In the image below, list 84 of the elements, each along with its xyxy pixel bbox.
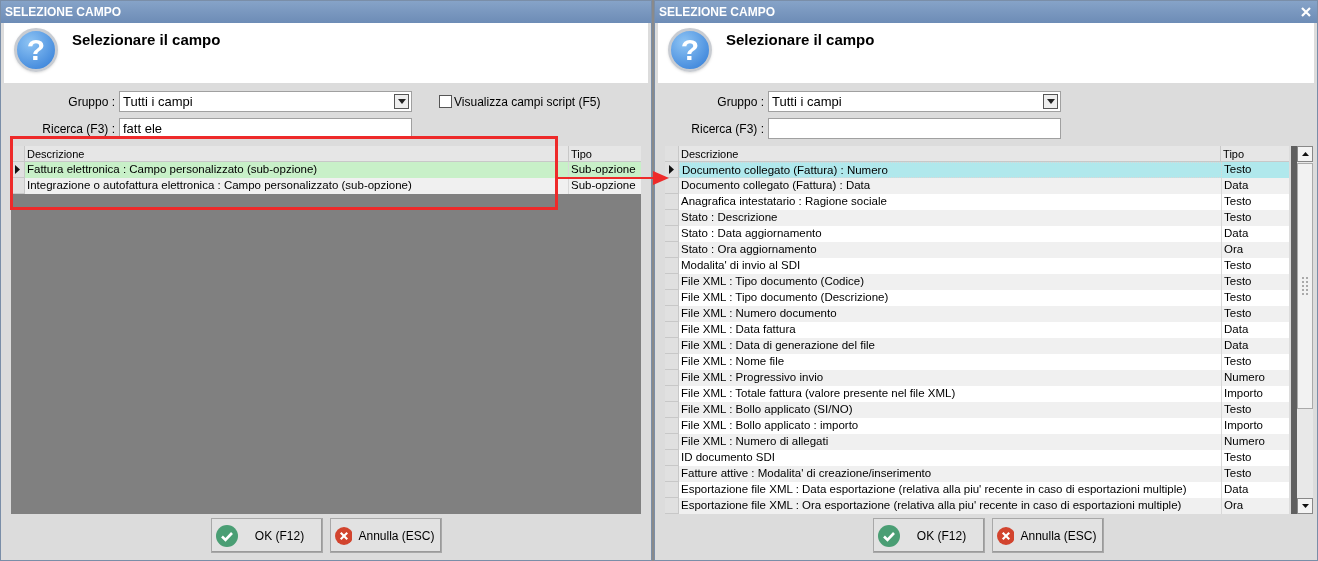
close-button[interactable] xyxy=(1299,5,1313,19)
arrow-up-icon xyxy=(1301,152,1309,156)
table-cell-text: Data xyxy=(1223,482,1250,497)
dropdown-button[interactable] xyxy=(394,94,409,109)
help-icon: ? xyxy=(14,28,58,72)
table-cell-text: Testo xyxy=(1223,402,1253,417)
table-cell-text: Sub-opzione xyxy=(570,162,637,177)
table-row[interactable]: Integrazione o autofattura elettronica : Campo personalizzato (sub-opzione) Sub-opzione xyxy=(11,178,641,194)
ok-button[interactable]: OK (F12) xyxy=(872,518,985,553)
dialog-heading: Selezionare il campo xyxy=(72,30,221,50)
table-cell-text: Data xyxy=(1223,338,1250,353)
table-cell-text: Data xyxy=(1223,226,1250,241)
arrow-down-icon xyxy=(1301,504,1309,508)
table-cell-text: Testo xyxy=(1223,162,1253,177)
dropdown-value: Tutti i campi xyxy=(123,92,193,111)
table-row[interactable]: Stato : Descrizione Testo xyxy=(665,210,1289,226)
table-cell-text: Testo xyxy=(1223,274,1253,289)
table-cell-text: Numero xyxy=(1223,370,1266,385)
search-field[interactable] xyxy=(768,118,1061,139)
checkbox[interactable] xyxy=(439,95,452,108)
table-row[interactable]: Fatture attive : Modalita' di creazione/inserimento Testo xyxy=(665,466,1289,482)
table-cell-text: Importo xyxy=(1223,386,1264,401)
table-row[interactable]: File XML : Numero documento Testo xyxy=(665,306,1289,322)
grip-icon xyxy=(1302,277,1308,295)
table-row[interactable]: Fattura elettronica : Campo personalizzato (sub-opzione) Sub-opzione xyxy=(11,162,641,178)
table-cell-text: Testo xyxy=(1223,290,1253,305)
table-cell-text: Data xyxy=(1223,178,1250,193)
table-row[interactable]: File XML : Bollo applicato (SI/NO) Testo xyxy=(665,402,1289,418)
table-row[interactable]: File XML : Progressivo invio Numero xyxy=(665,370,1289,386)
table-cell-text: Ora xyxy=(1223,242,1245,257)
dropdown-button[interactable] xyxy=(1043,94,1058,109)
column-header[interactable]: Tipo xyxy=(569,146,637,161)
scroll-thumb[interactable] xyxy=(1297,163,1313,409)
table-cell-text: Numero xyxy=(1223,434,1266,449)
table-cell-text: Importo xyxy=(1223,418,1264,433)
table-cell-text: Data xyxy=(1223,322,1250,337)
table-cell: Integrazione o autofattura elettronica : Campo personalizzato (sub-opzione) xyxy=(25,178,569,194)
ok-button[interactable]: OK (F12) xyxy=(210,518,323,553)
table-cell-text: Testo xyxy=(1223,306,1253,321)
table-cell-text: Testo xyxy=(1223,450,1253,465)
table-row[interactable]: Documento collegato (Fattura) : Data Data xyxy=(665,178,1289,194)
table-cell-text: Testo xyxy=(1223,194,1253,209)
table-row[interactable]: File XML : Data di generazione del file Data xyxy=(665,338,1289,354)
dropdown-value: Tutti i campi xyxy=(772,92,842,111)
window-title: SELEZIONE CAMPO xyxy=(5,6,121,18)
column-header[interactable]: Descrizione xyxy=(25,146,569,161)
field-label: Ricerca (F3) : xyxy=(41,120,116,138)
scroll-up-button[interactable] xyxy=(1297,146,1313,162)
group-dropdown[interactable]: Tutti i campi xyxy=(768,91,1061,112)
scroll-down-button[interactable] xyxy=(1297,498,1313,514)
caret-icon xyxy=(1046,99,1055,104)
table-cell-text: Sub-opzione xyxy=(570,178,637,193)
table-cell-text: Testo xyxy=(1223,354,1253,369)
column-header[interactable]: Tipo xyxy=(1221,146,1289,161)
table-row[interactable]: File XML : Numero di allegati Numero xyxy=(665,434,1289,450)
table-cell-text: Testo xyxy=(1223,258,1253,273)
row-pointer-icon xyxy=(669,165,674,174)
cancel-button[interactable]: Annulla (ESC) xyxy=(329,518,442,553)
field-label: Gruppo : xyxy=(67,93,116,111)
caret-icon xyxy=(397,99,406,104)
table-row[interactable]: Stato : Ora aggiornamento Ora xyxy=(665,242,1289,258)
cross-icon xyxy=(334,524,353,547)
close-icon xyxy=(1301,7,1311,17)
column-header[interactable]: Descrizione xyxy=(679,146,1222,161)
table-cell: Esportazione file XML : Ora esportazione (relativa alla piu' recente in caso di esportazioni multiple) xyxy=(679,498,1222,514)
dialog-heading: Selezionare il campo xyxy=(726,30,875,50)
group-dropdown[interactable]: Tutti i campi xyxy=(119,91,412,112)
cancel-button[interactable]: Annulla (ESC) xyxy=(991,518,1104,553)
field-label: Gruppo : xyxy=(716,93,765,111)
table-cell-text: Testo xyxy=(1223,466,1253,481)
table-row[interactable]: Documento collegato (Fattura) : Numero Testo xyxy=(665,162,1289,178)
checkmark-icon xyxy=(877,524,900,547)
table-cell-text: Testo xyxy=(1223,210,1253,225)
row-pointer-icon xyxy=(15,165,20,174)
help-icon: ? xyxy=(668,28,712,72)
table-row[interactable]: Esportazione file XML : Ora esportazione (relativa alla piu' recente in caso di esportazioni multiple) Ora xyxy=(665,498,1289,514)
checkbox-label: Visualizza campi script (F5) xyxy=(454,93,601,111)
table-cell-text: Ora xyxy=(1223,498,1245,513)
cross-icon xyxy=(996,524,1015,547)
window-title: SELEZIONE CAMPO xyxy=(659,6,775,18)
scrollbar[interactable] xyxy=(1291,146,1313,514)
checkmark-icon xyxy=(215,524,238,547)
field-label: Ricerca (F3) : xyxy=(690,120,765,138)
table-row[interactable]: File XML : Tipo documento (Codice) Testo xyxy=(665,274,1289,290)
